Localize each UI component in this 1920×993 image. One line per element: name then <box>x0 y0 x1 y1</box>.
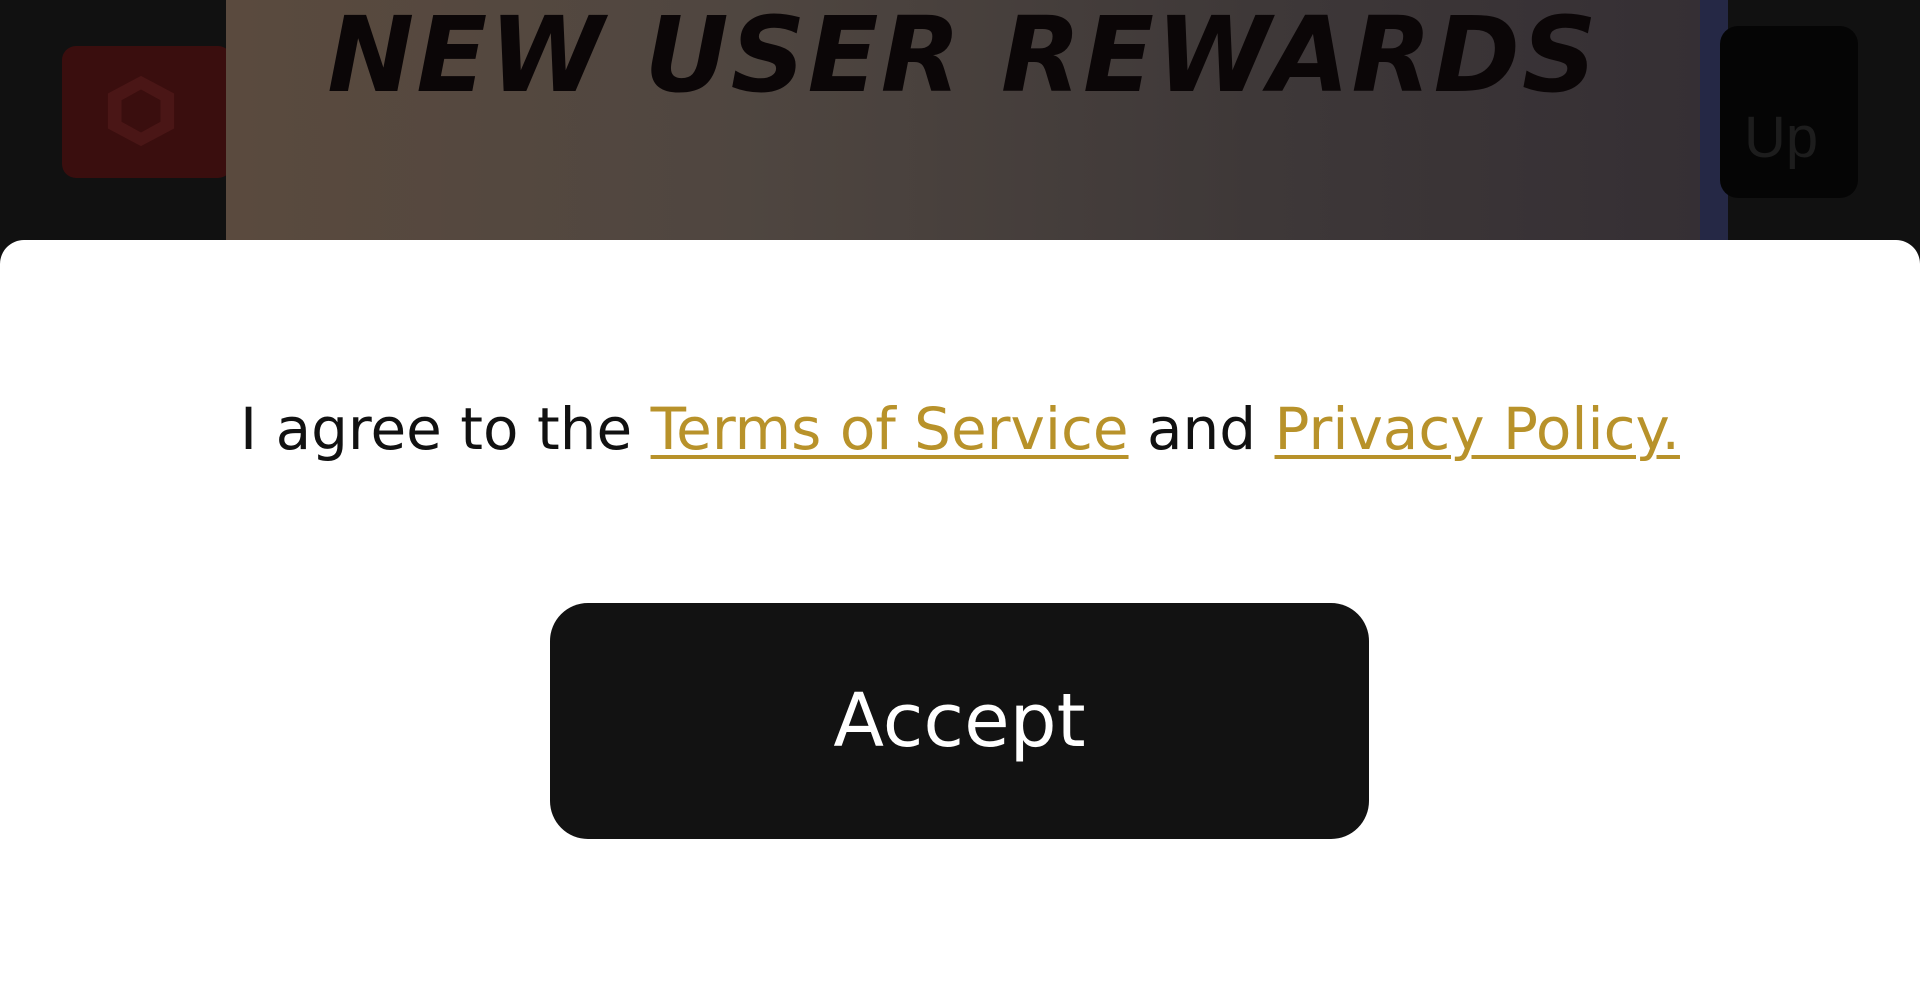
agreement-text: I agree to the Terms of Service and Priv… <box>0 395 1920 463</box>
brand-logo-icon <box>107 75 175 147</box>
consent-sheet: I agree to the Terms of Service and Priv… <box>0 240 1920 993</box>
sign-up-label: Up <box>1744 105 1819 170</box>
agreement-conjunction: and <box>1146 395 1257 463</box>
agreement-prefix: I agree to the <box>240 395 633 463</box>
promo-banner: NEW USER REWARDS <box>226 0 1700 250</box>
brand-logo <box>62 46 232 178</box>
accept-button[interactable]: Accept <box>550 603 1369 839</box>
terms-of-service-link[interactable]: Terms of Service <box>651 395 1129 463</box>
sign-up-button: Up <box>1720 26 1858 198</box>
background-page: NEW USER REWARDS Up <box>0 0 1920 260</box>
privacy-policy-link[interactable]: Privacy Policy. <box>1275 395 1680 463</box>
banner-title: NEW USER REWARDS <box>327 0 1599 116</box>
